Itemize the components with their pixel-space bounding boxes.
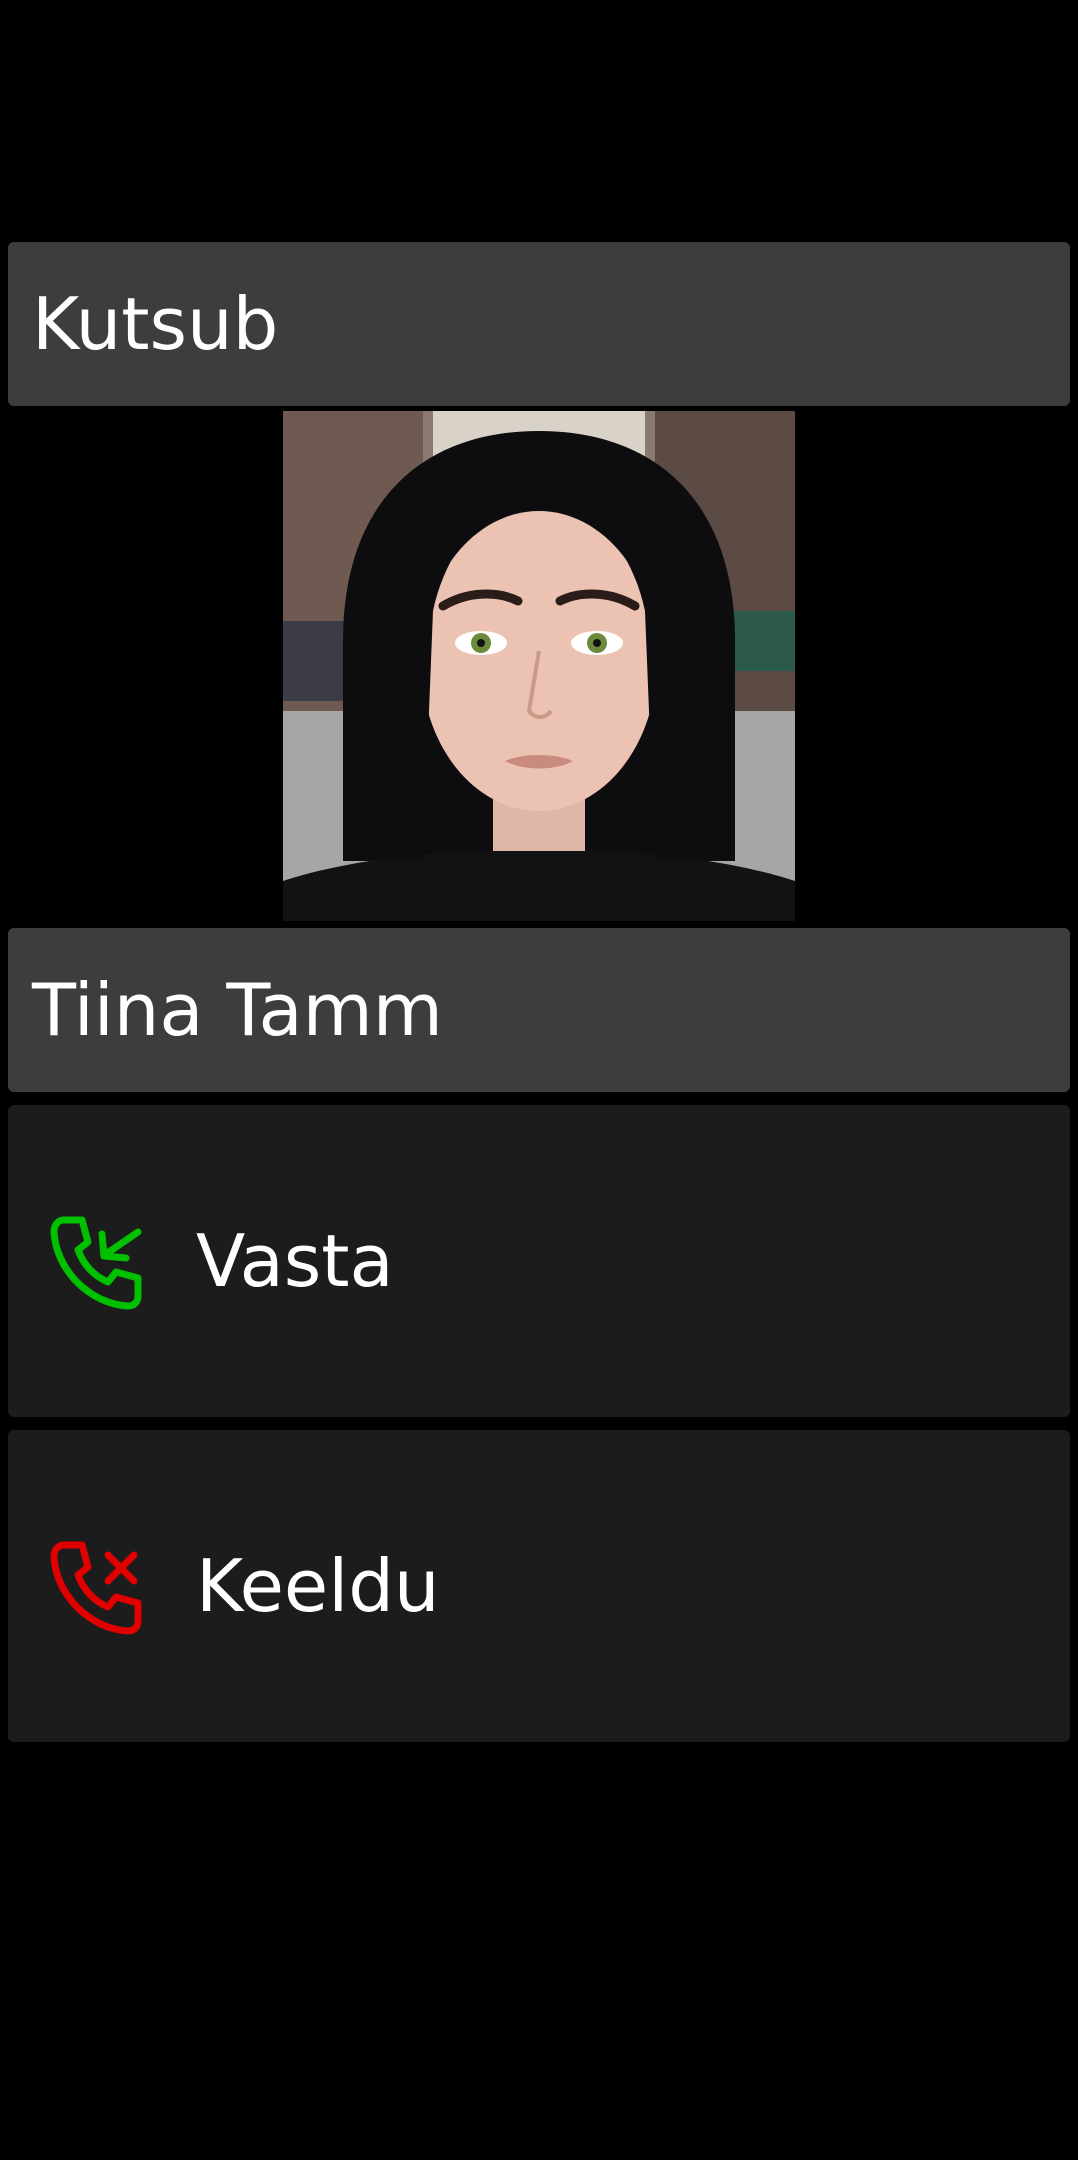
decline-label: Keeldu xyxy=(196,1544,440,1628)
answer-label: Vasta xyxy=(196,1219,394,1303)
call-status-bar: Kutsub xyxy=(8,242,1070,406)
call-status-label: Kutsub xyxy=(32,282,279,366)
answer-button[interactable]: Vasta xyxy=(8,1105,1070,1417)
caller-name: Tiina Tamm xyxy=(32,968,443,1052)
decline-button[interactable]: Keeldu xyxy=(8,1430,1070,1742)
caller-photo xyxy=(283,411,795,921)
phone-missed-icon xyxy=(42,1531,152,1641)
caller-name-bar: Tiina Tamm xyxy=(8,928,1070,1092)
phone-incoming-icon xyxy=(42,1206,152,1316)
